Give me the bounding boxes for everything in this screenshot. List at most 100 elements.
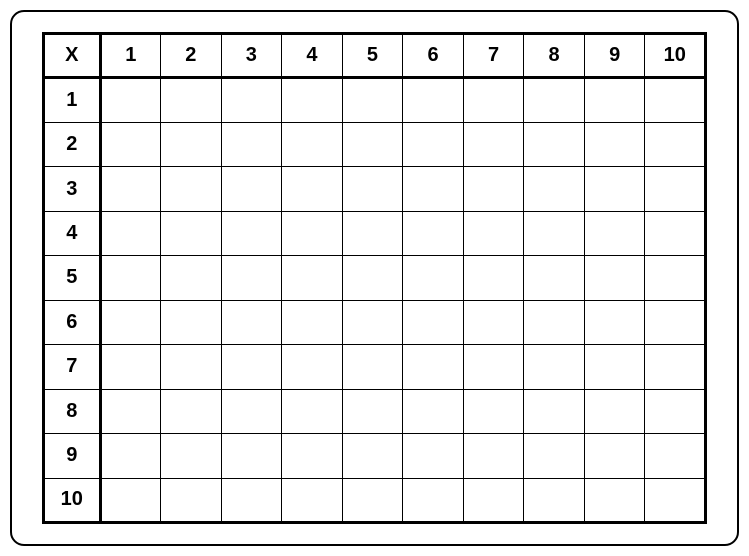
- table-cell: [403, 345, 464, 389]
- page-frame: X 1 2 3 4 5 6 7 8 9 10 1 2: [10, 10, 739, 546]
- table-row: 1: [44, 78, 706, 122]
- table-cell: [645, 167, 706, 211]
- table-cell: [463, 211, 524, 255]
- table-cell: [221, 345, 282, 389]
- table-cell: [584, 256, 645, 300]
- row-header: 4: [44, 211, 101, 255]
- col-header: 7: [463, 34, 524, 78]
- table-cell: [100, 256, 161, 300]
- table-cell: [342, 300, 403, 344]
- table-cell: [161, 211, 222, 255]
- table-cell: [221, 300, 282, 344]
- table-cell: [161, 122, 222, 166]
- table-cell: [161, 167, 222, 211]
- table-cell: [584, 78, 645, 122]
- table-cell: [161, 478, 222, 522]
- table-cell: [221, 478, 282, 522]
- table-cell: [524, 211, 585, 255]
- table-cell: [584, 300, 645, 344]
- table-cell: [221, 122, 282, 166]
- col-header: 2: [161, 34, 222, 78]
- table-cell: [342, 122, 403, 166]
- col-header: 10: [645, 34, 706, 78]
- row-header: 8: [44, 389, 101, 433]
- col-header: 1: [100, 34, 161, 78]
- table-cell: [100, 122, 161, 166]
- table-cell: [282, 345, 343, 389]
- table-cell: [463, 300, 524, 344]
- table-cell: [403, 167, 464, 211]
- table-cell: [282, 389, 343, 433]
- table-cell: [342, 389, 403, 433]
- table-cell: [221, 389, 282, 433]
- table-cell: [100, 167, 161, 211]
- row-header: 1: [44, 78, 101, 122]
- col-header: 9: [584, 34, 645, 78]
- col-header: 5: [342, 34, 403, 78]
- table-cell: [282, 434, 343, 478]
- table-cell: [463, 345, 524, 389]
- table-cell: [584, 211, 645, 255]
- table-cell: [463, 389, 524, 433]
- table-cell: [645, 122, 706, 166]
- table-cell: [403, 389, 464, 433]
- corner-cell: X: [44, 34, 101, 78]
- table-cell: [161, 389, 222, 433]
- table-cell: [403, 78, 464, 122]
- table-cell: [524, 167, 585, 211]
- table-cell: [282, 122, 343, 166]
- table-cell: [342, 256, 403, 300]
- table-cell: [524, 478, 585, 522]
- table-cell: [524, 434, 585, 478]
- table-cell: [221, 167, 282, 211]
- table-cell: [584, 434, 645, 478]
- table-cell: [463, 478, 524, 522]
- table-cell: [524, 78, 585, 122]
- row-header: 3: [44, 167, 101, 211]
- table-cell: [524, 345, 585, 389]
- table-cell: [584, 167, 645, 211]
- table-cell: [645, 389, 706, 433]
- table-cell: [645, 345, 706, 389]
- table-cell: [161, 300, 222, 344]
- table-cell: [282, 211, 343, 255]
- table-cell: [584, 389, 645, 433]
- table-cell: [524, 256, 585, 300]
- table-row: 5: [44, 256, 706, 300]
- table-cell: [100, 389, 161, 433]
- table-cell: [161, 434, 222, 478]
- table-cell: [221, 78, 282, 122]
- table-cell: [161, 78, 222, 122]
- table-cell: [282, 167, 343, 211]
- table-cell: [524, 122, 585, 166]
- table-row: 2: [44, 122, 706, 166]
- table-cell: [100, 78, 161, 122]
- table-cell: [342, 78, 403, 122]
- table-row: 10: [44, 478, 706, 522]
- table-cell: [645, 256, 706, 300]
- table-cell: [403, 300, 464, 344]
- table-cell: [282, 300, 343, 344]
- table-cell: [221, 211, 282, 255]
- row-header: 10: [44, 478, 101, 522]
- table-cell: [221, 434, 282, 478]
- col-header: 8: [524, 34, 585, 78]
- table-cell: [342, 434, 403, 478]
- table-row: 4: [44, 211, 706, 255]
- table-header-row: X 1 2 3 4 5 6 7 8 9 10: [44, 34, 706, 78]
- table-row: 7: [44, 345, 706, 389]
- table-cell: [282, 256, 343, 300]
- table-cell: [645, 78, 706, 122]
- table-cell: [645, 434, 706, 478]
- row-header: 7: [44, 345, 101, 389]
- col-header: 3: [221, 34, 282, 78]
- row-header: 6: [44, 300, 101, 344]
- table-cell: [282, 478, 343, 522]
- col-header: 6: [403, 34, 464, 78]
- table-cell: [524, 389, 585, 433]
- table-cell: [403, 122, 464, 166]
- table-cell: [463, 256, 524, 300]
- table-cell: [100, 478, 161, 522]
- table-cell: [584, 345, 645, 389]
- table-cell: [282, 78, 343, 122]
